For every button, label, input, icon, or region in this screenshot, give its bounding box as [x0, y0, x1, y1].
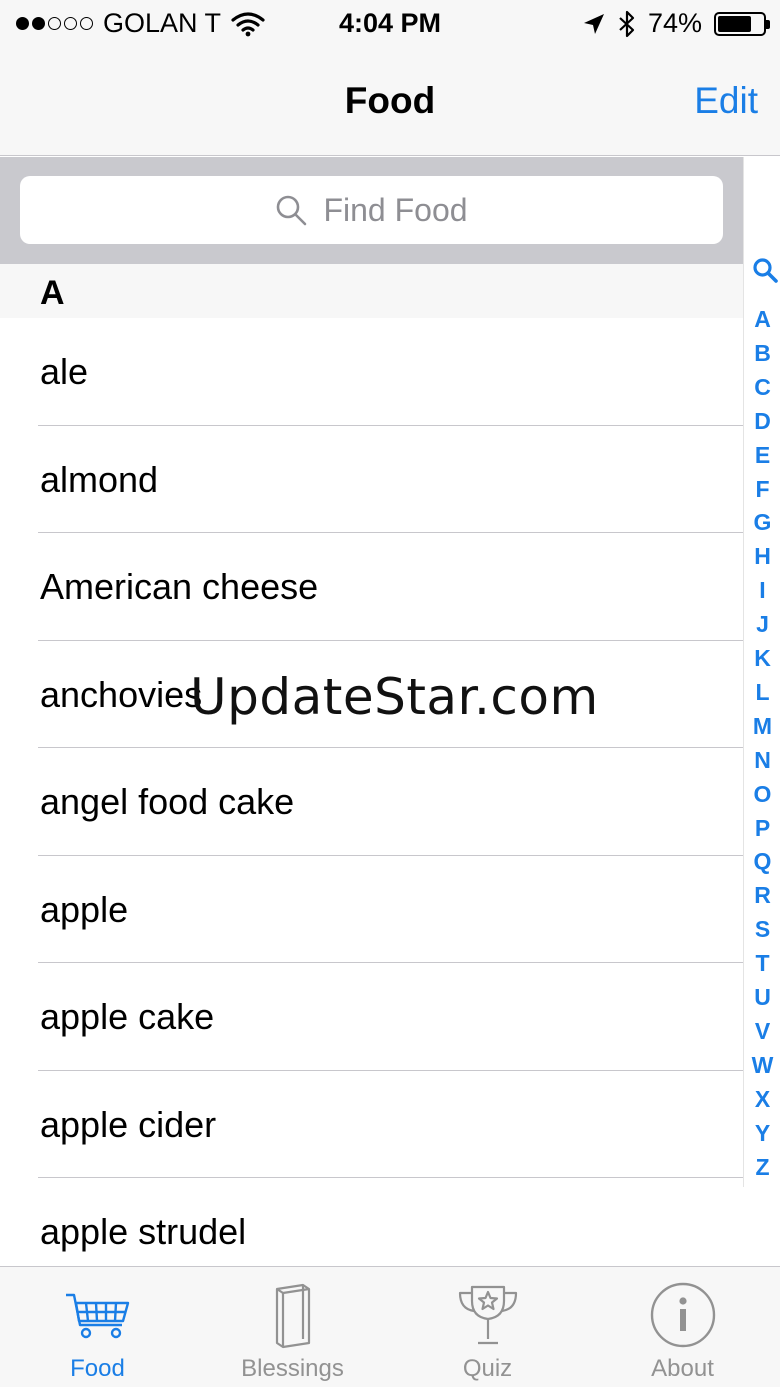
status-right: 74%	[582, 8, 770, 39]
index-letter-d[interactable]: D	[744, 408, 780, 435]
trophy-icon	[458, 1285, 517, 1345]
bluetooth-icon	[619, 10, 635, 37]
index-letter-f[interactable]: F	[744, 476, 780, 503]
index-letter-n[interactable]: N	[744, 747, 780, 774]
search-placeholder: Find Food	[323, 191, 468, 228]
battery-icon	[714, 11, 770, 36]
tab-label: Quiz	[462, 1355, 513, 1382]
search-bar: Find Food	[0, 157, 743, 264]
index-letter-l[interactable]: L	[744, 679, 780, 706]
signal-strength-icon	[16, 17, 93, 30]
wifi-icon	[231, 11, 265, 36]
search-input[interactable]: Find Food	[20, 176, 723, 244]
list-item[interactable]: ale	[0, 318, 743, 426]
index-letter-m[interactable]: M	[744, 713, 780, 740]
list-item[interactable]: apple cake	[0, 963, 743, 1071]
index-search-icon[interactable]	[752, 257, 778, 283]
index-letter-q[interactable]: Q	[744, 848, 780, 875]
tab-quiz[interactable]: Quiz	[390, 1267, 585, 1387]
index-letter-i[interactable]: I	[744, 577, 780, 604]
tab-blessings[interactable]: Blessings	[195, 1267, 390, 1387]
page-title: Food	[344, 80, 436, 121]
index-letter-u[interactable]: U	[744, 984, 780, 1011]
list-item[interactable]: apple strudel	[0, 1178, 743, 1266]
index-letter-o[interactable]: O	[744, 781, 780, 808]
tab-about[interactable]: About	[585, 1267, 780, 1387]
food-list: A ale almond American cheese anchovies a…	[0, 264, 743, 1266]
tab-food[interactable]: Food	[0, 1267, 195, 1387]
status-bar: GOLAN T 4:04 PM 74%	[0, 0, 780, 50]
section-index[interactable]: ABCDEFGHIJKLMNOPQRSTUVWXYZ	[743, 157, 780, 1187]
index-letter-z[interactable]: Z	[744, 1154, 780, 1181]
index-letter-t[interactable]: T	[744, 950, 780, 977]
battery-fill	[718, 15, 751, 32]
battery-percent: 74%	[647, 8, 702, 38]
list-item[interactable]: angel food cake	[0, 748, 743, 856]
index-letter-v[interactable]: V	[744, 1018, 780, 1045]
book-icon	[275, 1283, 310, 1349]
index-letter-a[interactable]: A	[744, 306, 780, 333]
section-header: A	[0, 264, 743, 318]
index-letter-k[interactable]: K	[744, 645, 780, 672]
index-letter-y[interactable]: Y	[744, 1120, 780, 1147]
tab-bar: Food Blessings Quiz About	[0, 1266, 780, 1387]
index-letter-c[interactable]: C	[744, 374, 780, 401]
index-letter-e[interactable]: E	[744, 442, 780, 469]
index-letter-b[interactable]: B	[744, 340, 780, 367]
location-icon	[583, 13, 604, 34]
navigation-bar: Food Edit	[0, 50, 780, 156]
list-item[interactable]: apple	[0, 856, 743, 964]
info-icon	[650, 1282, 715, 1348]
carrier-name: GOLAN T	[103, 8, 222, 38]
tab-label: Blessings	[241, 1355, 344, 1382]
tab-label: Food	[70, 1355, 125, 1382]
index-letter-h[interactable]: H	[744, 543, 780, 570]
index-letter-w[interactable]: W	[744, 1052, 780, 1079]
index-letter-s[interactable]: S	[744, 916, 780, 943]
list-item[interactable]: American cheese	[0, 533, 743, 641]
status-left: GOLAN T	[16, 8, 265, 39]
index-letter-g[interactable]: G	[744, 509, 780, 536]
tab-label: About	[651, 1355, 714, 1382]
list-item[interactable]: almond	[0, 426, 743, 534]
search-icon	[277, 195, 307, 226]
index-letter-p[interactable]: P	[744, 815, 780, 842]
list-item[interactable]: anchovies	[0, 641, 743, 749]
edit-button[interactable]: Edit	[694, 80, 758, 122]
cart-icon	[65, 1293, 129, 1339]
list-item[interactable]: apple cider	[0, 1071, 743, 1179]
index-letter-j[interactable]: J	[744, 611, 780, 638]
index-letter-r[interactable]: R	[744, 882, 780, 909]
index-letter-x[interactable]: X	[744, 1086, 780, 1113]
